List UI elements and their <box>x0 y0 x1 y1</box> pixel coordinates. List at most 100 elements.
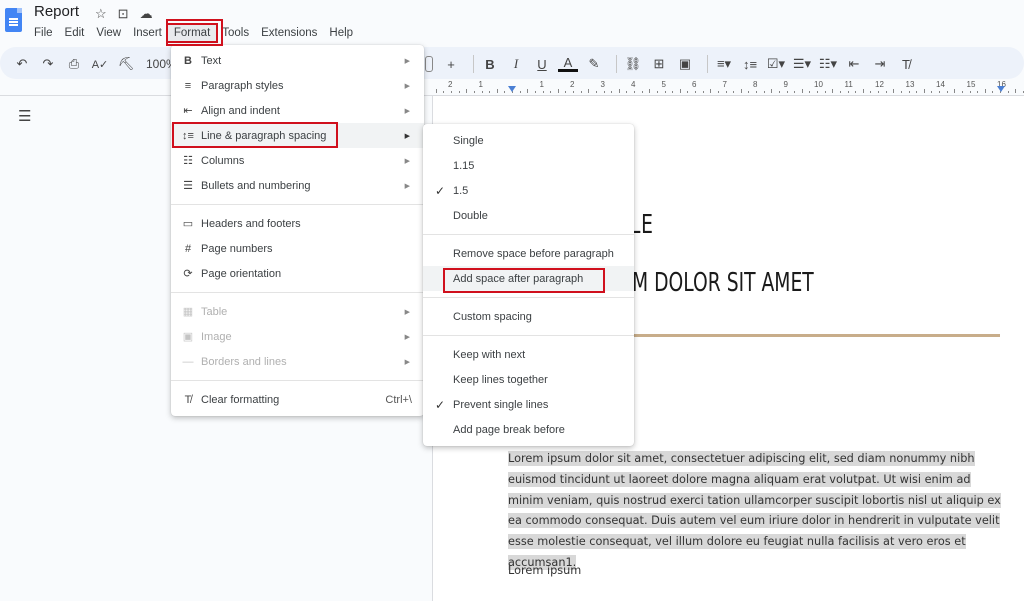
spacing-menu-item-1-15[interactable]: 1.15 <box>423 153 634 178</box>
ruler-number: 11 <box>844 80 853 89</box>
format-menu-item-columns[interactable]: ☷ Columns ▶ <box>171 148 424 173</box>
spacing-menu-item-add-space-after-paragraph[interactable]: Add space after paragraph <box>423 266 634 291</box>
decrease-indent-icon[interactable]: ⇤ <box>844 54 864 74</box>
bold-icon[interactable]: B <box>480 54 500 74</box>
spacing-menu-item-double[interactable]: Double <box>423 203 634 228</box>
line-spacing-icon[interactable]: ↕≡ <box>740 54 760 74</box>
menu-separator <box>171 380 424 381</box>
ruler-tick <box>557 89 559 93</box>
format-menu-item-text[interactable]: B Text ▶ <box>171 48 424 73</box>
increase-indent-icon[interactable]: ⇥ <box>870 54 890 74</box>
move-folder-icon[interactable]: ⊡ <box>118 6 129 22</box>
ruler-tick <box>839 91 841 93</box>
format-menu-item-page-numbers[interactable]: # Page numbers <box>171 236 424 261</box>
spacing-menu-item-keep-with-next[interactable]: Keep with next <box>423 342 634 367</box>
image-icon[interactable]: ▣ <box>675 54 695 74</box>
format-menu-item-image: ▣ Image ▶ <box>171 324 424 349</box>
menu-insert[interactable]: Insert <box>127 25 168 41</box>
ruler-number: 7 <box>722 80 727 89</box>
ruler-number: 6 <box>692 80 697 89</box>
checkmark-icon: ✓ <box>435 183 446 198</box>
redo-icon[interactable]: ↷ <box>38 54 58 74</box>
ruler-tick <box>451 91 452 93</box>
ruler-number: 12 <box>875 80 884 89</box>
title-icons: ☆ ⊡ ☁ <box>95 6 153 22</box>
italic-icon[interactable]: I <box>506 54 526 74</box>
ruler-tick <box>679 89 681 93</box>
ruler-tick <box>900 91 902 93</box>
format-menu-item-line-paragraph-spacing[interactable]: ↕≡ Line & paragraph spacing ▶ <box>171 123 424 148</box>
star-icon[interactable]: ☆ <box>95 6 107 22</box>
ruler-tick <box>778 91 780 93</box>
menu-item-label: Clear formatting <box>201 393 280 406</box>
cloud-saved-icon[interactable]: ☁ <box>140 6 153 22</box>
paragraph[interactable]: Lorem ipsum <box>508 564 581 577</box>
ruler-tick <box>748 91 750 93</box>
ruler-tick <box>641 91 643 93</box>
menu-edit[interactable]: Edit <box>59 25 91 41</box>
ruler[interactable]: 211234567891011121314151617 <box>432 80 1024 96</box>
spacing-menu-item-single[interactable]: Single <box>423 128 634 153</box>
spacing-menu-item-add-page-break-before[interactable]: Add page break before <box>423 417 634 442</box>
ruler-number: 3 <box>600 80 605 89</box>
clear-formatting-icon[interactable]: T̸ <box>896 54 916 74</box>
docs-logo-icon[interactable] <box>5 8 22 32</box>
spacing-menu-item-keep-lines-together[interactable]: Keep lines together <box>423 367 634 392</box>
menu-extensions[interactable]: Extensions <box>255 25 323 41</box>
format-menu-item-page-orientation[interactable]: ⟳ Page orientation <box>171 261 424 286</box>
menu-tools[interactable]: Tools <box>216 25 255 41</box>
format-menu-item-align-and-indent[interactable]: ⇤ Align and indent ▶ <box>171 98 424 123</box>
document-title[interactable]: Report <box>34 3 79 20</box>
align-icon[interactable]: ≡▾ <box>714 54 734 74</box>
numbered-list-icon[interactable]: ☷▾ <box>818 54 838 74</box>
ruler-tick <box>710 89 712 93</box>
menu-item-label: Headers and footers <box>201 217 301 230</box>
print-icon[interactable]: ⎙ <box>64 54 84 74</box>
menu-item-label: Text <box>201 54 222 67</box>
ruler-tick <box>939 91 940 93</box>
document-outline-icon[interactable]: ☰ <box>18 107 31 125</box>
shortcut-label: Ctrl+\ <box>385 393 412 406</box>
menu-view[interactable]: View <box>90 25 127 41</box>
paint-format-icon[interactable]: ⛏ <box>116 54 136 74</box>
increase-font-size-button[interactable]: + <box>441 54 461 74</box>
line-spacing-submenu: Single 1.15 ✓ 1.5 Double Remove space before … <box>423 124 634 446</box>
underline-icon[interactable]: U <box>532 54 552 74</box>
selected-paragraph[interactable]: Lorem ipsum dolor sit amet, consectetuer… <box>508 449 1008 574</box>
document-subtitle-heading[interactable]: M DOLOR SIT AMET <box>632 268 814 298</box>
format-menu-item-table: ▦ Table ▶ <box>171 299 424 324</box>
borders-lines-icon: — <box>182 355 194 368</box>
text-color-icon[interactable]: A <box>558 55 578 72</box>
format-menu-item-headers-and-footers[interactable]: ▭ Headers and footers <box>171 211 424 236</box>
ruler-tick <box>847 91 849 93</box>
undo-icon[interactable]: ↶ <box>12 54 32 74</box>
selection-highlight[interactable]: Lorem ipsum dolor sit amet, consectetuer… <box>508 451 1001 570</box>
spacing-menu-item-prevent-single-lines[interactable]: ✓ Prevent single lines <box>423 392 634 417</box>
comment-icon[interactable]: ⊞ <box>649 54 669 74</box>
menu-item-label: Image <box>201 330 232 343</box>
menu-help[interactable]: Help <box>323 25 359 41</box>
format-menu-item-bullets-and-numbering[interactable]: ☰ Bullets and numbering ▶ <box>171 173 424 198</box>
image-icon: ▣ <box>182 331 194 343</box>
format-menu-item-clear-formatting[interactable]: T̸ Clear formatting Ctrl+\ <box>171 387 424 412</box>
format-menu-item-paragraph-styles[interactable]: ≡ Paragraph styles ▶ <box>171 73 424 98</box>
checklist-icon[interactable]: ☑▾ <box>766 54 786 74</box>
ruler-tick <box>923 89 925 93</box>
ruler-number: 2 <box>448 80 453 89</box>
menu-file[interactable]: File <box>28 25 59 41</box>
ruler-tick <box>656 91 658 93</box>
ruler-tick <box>992 91 994 93</box>
font-size-field[interactable] <box>425 56 433 72</box>
right-indent-marker[interactable] <box>997 86 1005 92</box>
bullet-list-icon[interactable]: ☰▾ <box>792 54 812 74</box>
highlight-icon[interactable]: ✎ <box>584 54 604 74</box>
spacing-menu-item-remove-space-before-paragraph[interactable]: Remove space before paragraph <box>423 241 634 266</box>
spacing-menu-item-custom-spacing[interactable]: Custom spacing <box>423 304 634 329</box>
ruler-number: 1 <box>478 80 483 89</box>
left-indent-marker[interactable] <box>508 86 516 92</box>
link-icon[interactable]: ⛓ <box>623 54 643 74</box>
toolbar-divider <box>616 55 617 73</box>
spellcheck-icon[interactable]: A✓ <box>90 54 110 74</box>
menu-format[interactable]: Format <box>165 23 219 43</box>
spacing-menu-item-1-5[interactable]: ✓ 1.5 <box>423 178 634 203</box>
